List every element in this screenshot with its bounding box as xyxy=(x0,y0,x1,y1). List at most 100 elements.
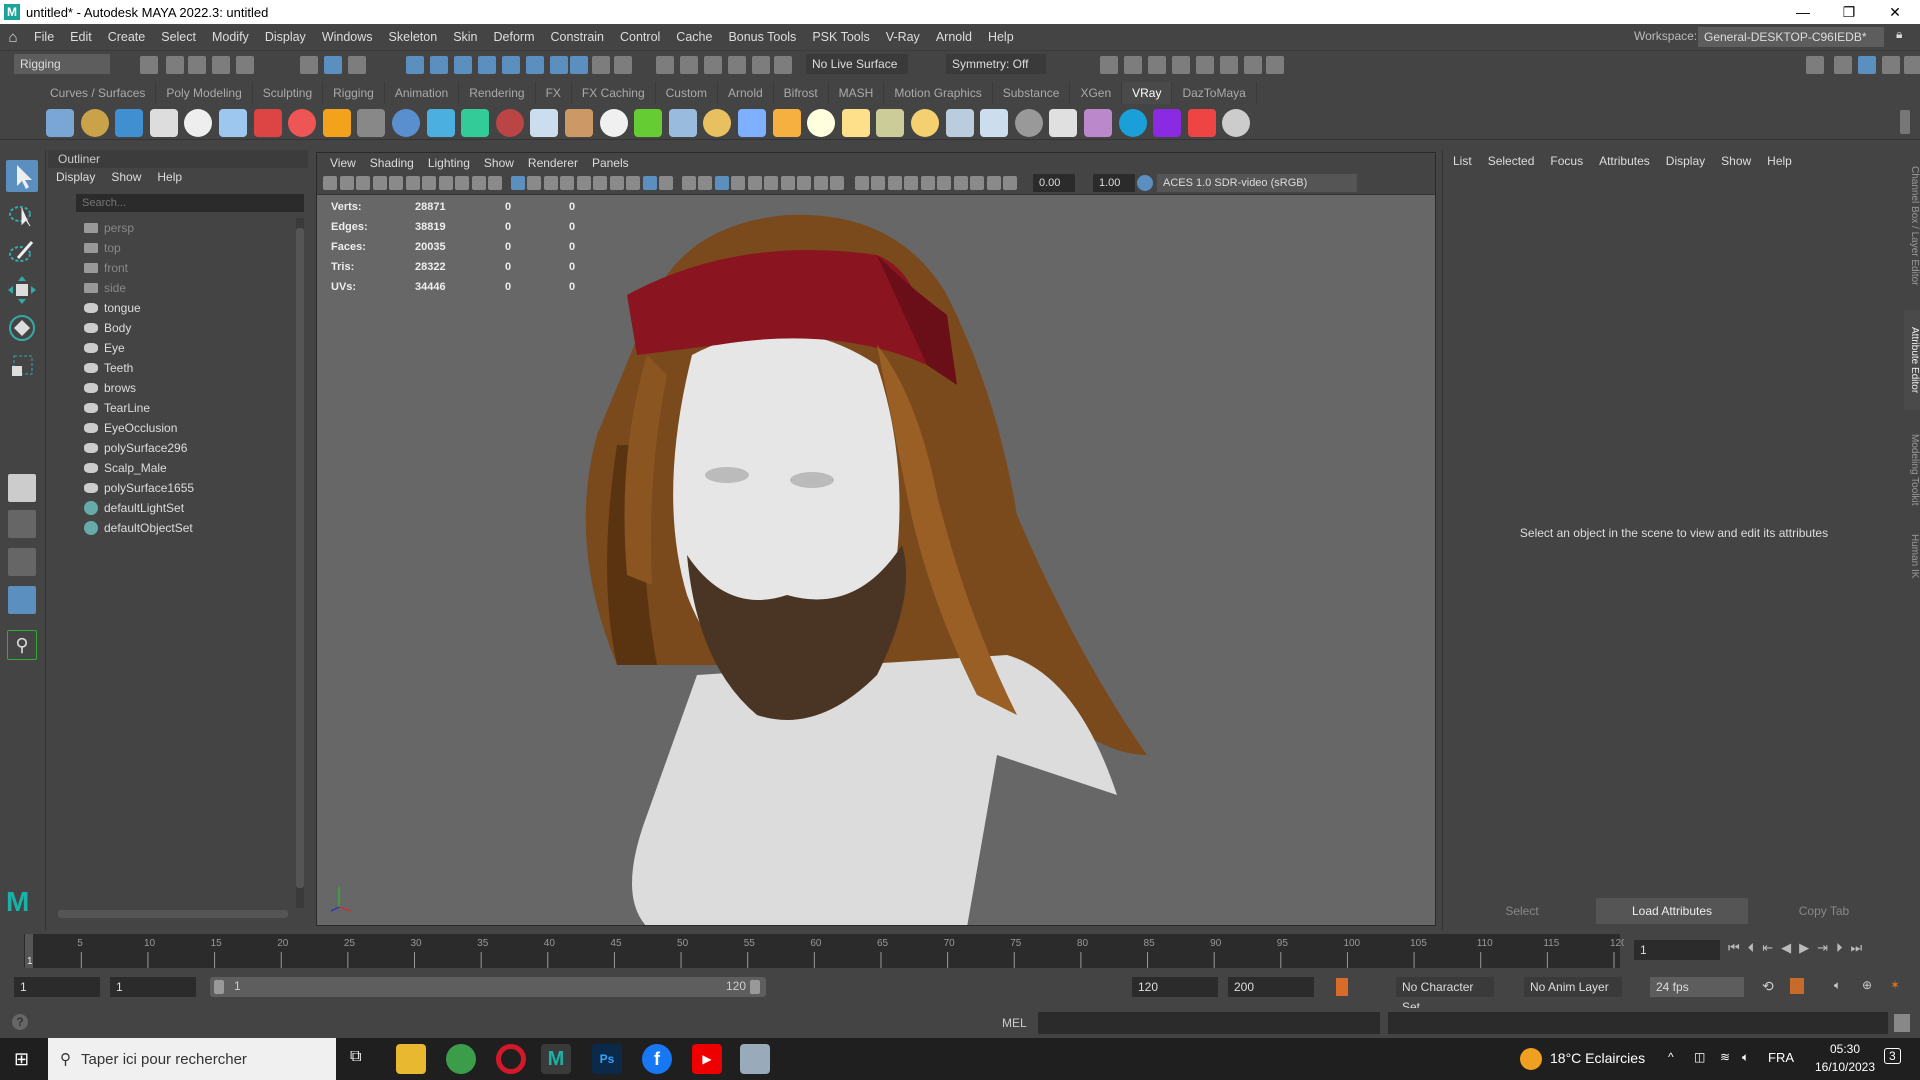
viewport-tool-icon[interactable] xyxy=(560,176,574,190)
layout-two-view-icon[interactable] xyxy=(8,548,36,576)
anim-end-field[interactable]: 200 xyxy=(1228,977,1314,997)
outliner-item[interactable]: EyeOcclusion xyxy=(84,418,177,438)
file-explorer-icon[interactable] xyxy=(396,1044,426,1074)
layout-outliner-icon[interactable] xyxy=(8,586,36,614)
app-icon[interactable] xyxy=(740,1044,770,1074)
menu-create[interactable]: Create xyxy=(100,30,154,44)
shelf-tool-icon[interactable] xyxy=(1187,109,1216,137)
restore-button[interactable]: ❐ xyxy=(1826,0,1872,24)
outliner-menu-help[interactable]: Help xyxy=(157,170,182,184)
shelf-tool-icon[interactable] xyxy=(80,109,109,137)
status-tool-icon[interactable] xyxy=(188,56,206,74)
viewport-tool-icon[interactable] xyxy=(422,176,436,190)
facebook-icon[interactable]: f xyxy=(642,1044,672,1074)
viewport-tool-icon[interactable] xyxy=(904,176,918,190)
shelf-tool-icon[interactable] xyxy=(565,109,593,137)
shelf-tool-icon[interactable] xyxy=(357,109,386,137)
status-tool-icon[interactable] xyxy=(1172,56,1190,74)
outliner-item[interactable]: defaultObjectSet xyxy=(84,518,193,538)
shelf-tool-icon[interactable] xyxy=(1014,109,1043,137)
wifi-icon[interactable]: ≋ xyxy=(1720,1050,1730,1064)
menu-constrain[interactable]: Constrain xyxy=(543,30,613,44)
run-icon[interactable]: ✶ xyxy=(1890,978,1900,992)
status-tool-icon[interactable] xyxy=(502,56,520,74)
language-indicator[interactable]: FRA xyxy=(1768,1050,1794,1065)
viewport-tool-icon[interactable] xyxy=(471,176,486,190)
status-tool-icon[interactable] xyxy=(1904,56,1920,74)
shelf-tab-rendering[interactable]: Rendering xyxy=(459,82,536,104)
side-tab-modeling-toolkit[interactable]: Modeling Toolkit xyxy=(1904,420,1920,520)
select-button[interactable]: Select xyxy=(1448,898,1596,924)
outliner-item[interactable]: defaultLightSet xyxy=(84,498,184,518)
menu-edit[interactable]: Edit xyxy=(62,30,100,44)
outliner-item[interactable]: polySurface1655 xyxy=(84,478,194,498)
viewport-menu-show[interactable]: Show xyxy=(477,156,521,170)
viewport-tool-icon[interactable] xyxy=(698,176,712,190)
outliner-menu-show[interactable]: Show xyxy=(111,170,141,184)
tray-chevron-icon[interactable]: ^ xyxy=(1668,1050,1674,1064)
shelf-tool-icon[interactable] xyxy=(322,109,351,137)
shelf-tool-icon[interactable] xyxy=(530,109,559,137)
status-tool-icon[interactable] xyxy=(430,56,448,74)
maya-taskbar-icon[interactable]: M xyxy=(541,1044,571,1074)
shelf-tool-icon[interactable] xyxy=(1049,109,1078,137)
workspace-dropdown[interactable]: General-DESKTOP-C96IEDB* xyxy=(1698,27,1884,47)
preferences-icon[interactable]: ⊕ xyxy=(1862,978,1872,992)
viewport-tool-icon[interactable] xyxy=(659,176,673,190)
outliner-item[interactable]: Teeth xyxy=(84,358,133,378)
step-forward-frame-icon[interactable]: ⇥ xyxy=(1817,940,1828,956)
side-tab-channel-box-layer-editor[interactable]: Channel Box / Layer Editor xyxy=(1904,156,1920,296)
menu-deform[interactable]: Deform xyxy=(486,30,543,44)
rotate-tool-icon[interactable] xyxy=(6,312,38,344)
shelf-tool-icon[interactable] xyxy=(219,109,247,137)
script-editor-icon[interactable] xyxy=(1894,1014,1910,1032)
viewport-tool-icon[interactable] xyxy=(593,176,607,190)
weather-text[interactable]: 18°C Eclaircies xyxy=(1550,1050,1645,1066)
lock-icon[interactable]: 🔒︎ xyxy=(1896,27,1902,42)
range-end-handle[interactable] xyxy=(750,980,760,994)
status-tool-icon[interactable] xyxy=(704,56,722,74)
menu-bonus-tools[interactable]: Bonus Tools xyxy=(720,30,804,44)
last-tool-icon[interactable] xyxy=(8,474,36,502)
shelf-tool-icon[interactable] xyxy=(149,109,178,137)
viewport-tool-icon[interactable] xyxy=(405,176,420,190)
outliner-menu-display[interactable]: Display xyxy=(56,170,95,184)
viewport-menu-lighting[interactable]: Lighting xyxy=(421,156,477,170)
home-icon[interactable]: ⌂ xyxy=(0,29,26,46)
viewport-tool-icon[interactable] xyxy=(854,176,869,190)
symmetry-field[interactable]: Symmetry: Off xyxy=(946,54,1046,74)
outliner-item[interactable]: polySurface296 xyxy=(84,438,187,458)
shelf-tab-fx[interactable]: FX xyxy=(536,82,572,104)
shelf-tool-icon[interactable] xyxy=(426,109,455,137)
shelf-tool-icon[interactable] xyxy=(876,109,905,137)
status-tool-icon[interactable] xyxy=(728,56,746,74)
copy-tab-button[interactable]: Copy Tab xyxy=(1748,898,1900,924)
status-tool-icon[interactable] xyxy=(166,56,184,74)
shelf-tab-curves-surfaces[interactable]: Curves / Surfaces xyxy=(40,82,157,104)
layout-four-view-icon[interactable] xyxy=(8,510,36,538)
outliner-vscrollbar[interactable] xyxy=(296,218,304,908)
anim-start-field[interactable]: 1 xyxy=(110,977,196,997)
range-start-handle[interactable] xyxy=(214,980,224,994)
shelf-tab-substance[interactable]: Substance xyxy=(993,82,1071,104)
ae-menu-focus[interactable]: Focus xyxy=(1550,154,1583,168)
shelf-tool-icon[interactable] xyxy=(46,109,74,137)
notifications-badge[interactable]: 3 xyxy=(1884,1048,1901,1064)
viewport-menu-shading[interactable]: Shading xyxy=(363,156,421,170)
weather-icon[interactable] xyxy=(1520,1048,1542,1070)
shelf-tool-icon[interactable] xyxy=(1118,109,1147,137)
viewport-tool-icon[interactable] xyxy=(356,176,370,190)
status-tool-icon[interactable] xyxy=(236,56,254,74)
viewport-panel[interactable]: View Shading Lighting Show Renderer Panels 0.… xyxy=(316,152,1436,926)
status-tool-icon[interactable] xyxy=(614,56,632,74)
outliner-item[interactable]: side xyxy=(84,278,126,298)
status-tool-icon[interactable] xyxy=(140,56,158,74)
lasso-tool-icon[interactable] xyxy=(6,198,38,230)
shelf-tab-custom[interactable]: Custom xyxy=(656,82,718,104)
status-tool-icon[interactable] xyxy=(1806,56,1824,74)
viewport-tool-icon[interactable] xyxy=(764,176,778,190)
shelf-tab-mash[interactable]: MASH xyxy=(829,82,885,104)
outliner-hscrollbar[interactable] xyxy=(58,910,288,918)
viewport-tool-icon[interactable] xyxy=(1003,176,1017,190)
status-tool-icon[interactable] xyxy=(1858,56,1876,74)
